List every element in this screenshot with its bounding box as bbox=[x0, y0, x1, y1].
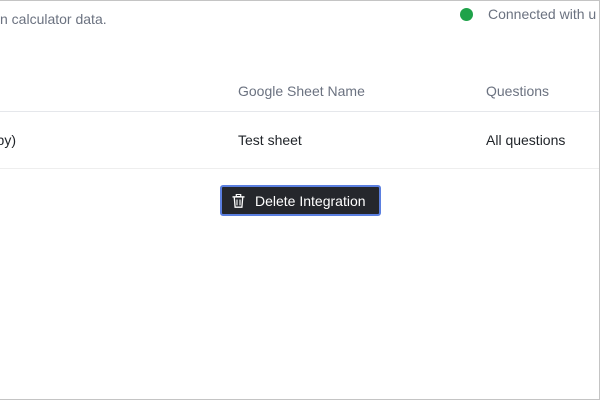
status-indicator-dot bbox=[460, 7, 473, 21]
cell-google-sheet-name: Test sheet bbox=[238, 132, 302, 148]
cell-questions: All questions bbox=[486, 132, 566, 148]
table-row: py) Test sheet All questions bbox=[0, 112, 599, 169]
column-header-google-sheet-name: Google Sheet Name bbox=[238, 83, 365, 99]
integration-description: n calculator data. bbox=[0, 11, 107, 27]
integration-panel: n calculator data. Connected with u Goog… bbox=[0, 0, 600, 400]
cell-integration-name: py) bbox=[0, 132, 16, 148]
column-header-questions: Questions bbox=[486, 83, 550, 99]
delete-button-label: Delete Integration bbox=[255, 192, 366, 209]
delete-integration-button[interactable]: Delete Integration bbox=[220, 185, 381, 216]
trash-icon bbox=[232, 193, 245, 208]
connection-status-text: Connected with u bbox=[488, 6, 597, 22]
table-header: Google Sheet Name Questions bbox=[0, 69, 599, 112]
connection-status: Connected with u bbox=[460, 6, 596, 22]
